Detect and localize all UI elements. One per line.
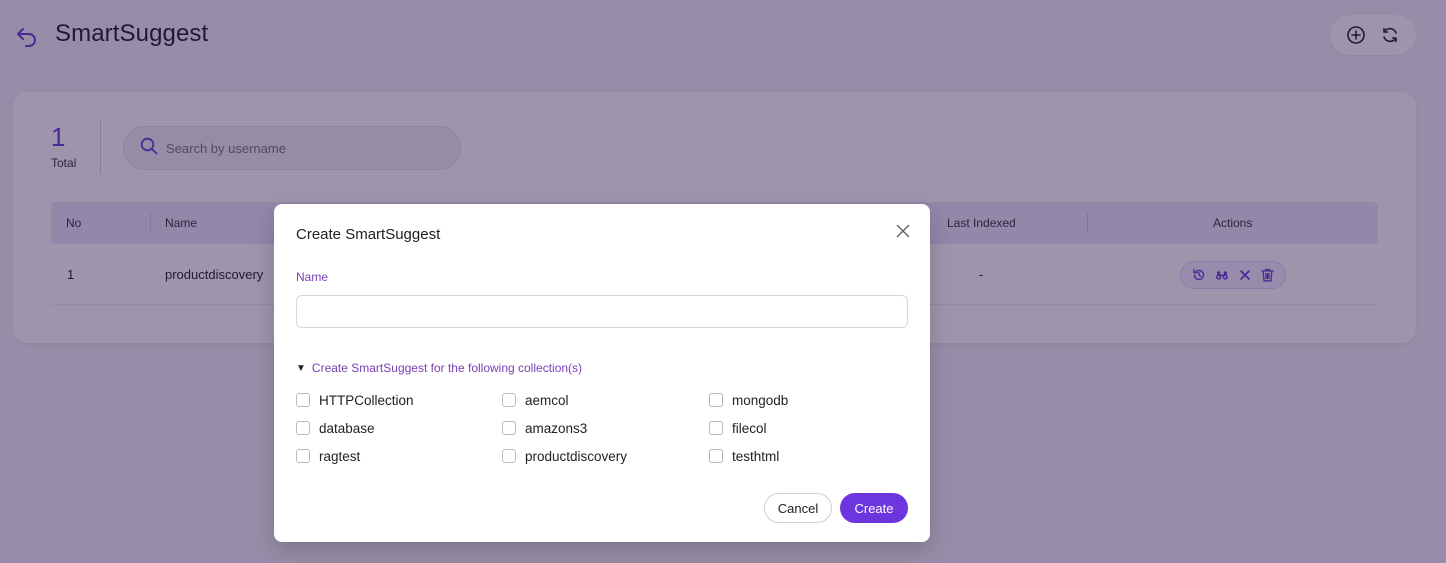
collection-checkbox-filecol[interactable]: filecol <box>709 419 767 437</box>
collection-checkbox-database[interactable]: database <box>296 419 375 437</box>
collections-toggle-label: Create SmartSuggest for the following co… <box>311 361 583 375</box>
create-button[interactable]: Create <box>840 493 908 523</box>
collection-label: ragtest <box>319 448 361 464</box>
checkbox[interactable] <box>502 393 516 407</box>
collection-checkbox-ragtest[interactable]: ragtest <box>296 447 360 465</box>
collection-label: mongodb <box>732 392 789 408</box>
name-input[interactable] <box>296 295 908 328</box>
checkbox[interactable] <box>709 449 723 463</box>
collection-checkbox-httpcollection[interactable]: HTTPCollection <box>296 391 414 409</box>
cancel-button[interactable]: Cancel <box>764 493 832 523</box>
name-label: Name <box>296 270 329 284</box>
checkbox[interactable] <box>502 449 516 463</box>
collection-checkbox-amazons3[interactable]: amazons3 <box>502 419 587 437</box>
checkbox[interactable] <box>296 421 310 435</box>
close-icon[interactable] <box>894 222 912 240</box>
collections-toggle[interactable]: ▼ Create SmartSuggest for the following … <box>296 361 582 375</box>
collection-checkbox-aemcol[interactable]: aemcol <box>502 391 569 409</box>
collection-label: testhtml <box>732 448 780 464</box>
collection-checkbox-productdiscovery[interactable]: productdiscovery <box>502 447 627 465</box>
collection-label: amazons3 <box>525 420 588 436</box>
collection-checkbox-mongodb[interactable]: mongodb <box>709 391 788 409</box>
checkbox[interactable] <box>709 393 723 407</box>
collection-label: productdiscovery <box>525 448 628 464</box>
create-smartsuggest-dialog: Create SmartSuggest Name ▼ Create SmartS… <box>274 204 930 542</box>
checkbox[interactable] <box>296 393 310 407</box>
collection-checkbox-testhtml[interactable]: testhtml <box>709 447 779 465</box>
checkbox[interactable] <box>709 421 723 435</box>
caret-down-icon: ▼ <box>296 362 306 374</box>
checkbox[interactable] <box>502 421 516 435</box>
checkbox[interactable] <box>296 449 310 463</box>
collection-label: aemcol <box>525 392 569 408</box>
collection-label: filecol <box>732 420 767 436</box>
collection-label: HTTPCollection <box>319 392 414 408</box>
collection-label: database <box>319 420 375 436</box>
dialog-title: Create SmartSuggest <box>296 226 441 243</box>
